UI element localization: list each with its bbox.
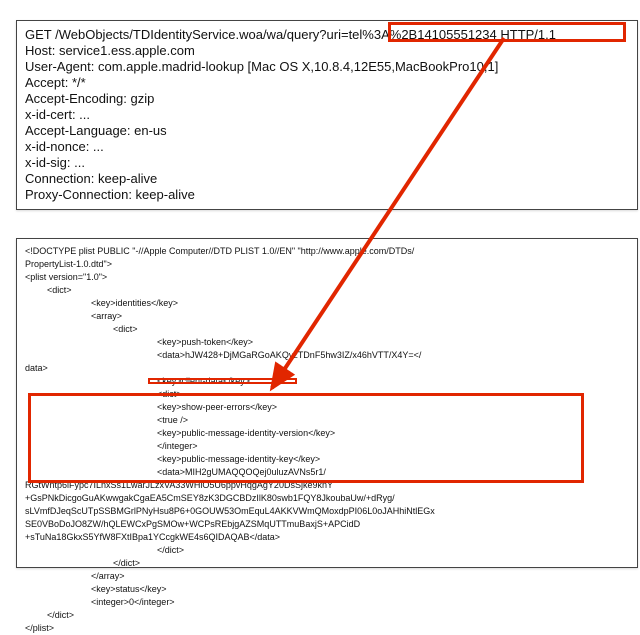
- pl-int-status: <integer>0</integer>: [25, 596, 629, 609]
- pl-dict2-open: <dict>: [25, 323, 629, 336]
- pl-plist-close: </plist>: [25, 622, 629, 635]
- pl-doctype2: PropertyList-1.0.dtd">: [25, 258, 629, 271]
- plist-response-box: <!DOCTYPE plist PUBLIC "-//Apple Compute…: [16, 238, 638, 568]
- pl-key-client: <key>client-data</key>: [25, 375, 629, 388]
- pl-data-push: <data>hJW428+DjMGaRGoAKQvzTDnF5hw3IZ/x46…: [25, 349, 629, 362]
- pl-key-pmik: <key>public-message-identity-key</key>: [25, 453, 629, 466]
- pl-dict-close: </dict>: [25, 609, 629, 622]
- hdr-lang: Accept-Language: en-us: [25, 123, 629, 139]
- pl-dict3-open: <dict>: [25, 388, 629, 401]
- pl-key-identities: <key>identities</key>: [25, 297, 629, 310]
- pl-data-pub2: RGtWntp6iFypc7ILnxSs1LwarJLzxVA33WHiO5U6…: [25, 479, 629, 492]
- hdr-host: Host: service1.ess.apple.com: [25, 43, 629, 59]
- pl-key-push: <key>push-token</key>: [25, 336, 629, 349]
- hdr-enc: Accept-Encoding: gzip: [25, 91, 629, 107]
- pl-array-close: </array>: [25, 570, 629, 583]
- pl-data-pub1: <data>MIH2gUMAQQOQej0uluzAVNs5r1/: [25, 466, 629, 479]
- hdr-ua: User-Agent: com.apple.madrid-lookup [Mac…: [25, 59, 629, 75]
- http-request-box: GET /WebObjects/TDIdentityService.woa/wa…: [16, 20, 638, 210]
- pl-wbr1: </integer>: [25, 440, 629, 453]
- pl-key-status: <key>status</key>: [25, 583, 629, 596]
- hdr-proxy: Proxy-Connection: keep-alive: [25, 187, 629, 203]
- hdr-cert: x-id-cert: ...: [25, 107, 629, 123]
- pl-data-pub4: sLVmfDJeqScUTpSSBMGrlPNyHsu8P6+0GOUW53Om…: [25, 505, 629, 518]
- pl-data-push2: data>: [25, 362, 629, 375]
- hdr-accept: Accept: */*: [25, 75, 629, 91]
- pl-data-pub5: SE0VBoDoJO8ZW/hQLEWCxPgSMOw+WCPsREbjgAZS…: [25, 518, 629, 531]
- hdr-sig: x-id-sig: ...: [25, 155, 629, 171]
- pl-dict3-close: </dict>: [25, 544, 629, 557]
- pl-dict-open: <dict>: [25, 284, 629, 297]
- req-line: GET /WebObjects/TDIdentityService.woa/wa…: [25, 27, 629, 43]
- pl-dict2-close: </dict>: [25, 557, 629, 570]
- hdr-nonce: x-id-nonce: ...: [25, 139, 629, 155]
- pl-plist-open: <plist version="1.0">: [25, 271, 629, 284]
- pl-key-show: <key>show-peer-errors</key>: [25, 401, 629, 414]
- pl-true: <true />: [25, 414, 629, 427]
- pl-doctype: <!DOCTYPE plist PUBLIC "-//Apple Compute…: [25, 245, 629, 258]
- pl-key-pmiv: <key>public-message-identity-version</ke…: [25, 427, 629, 440]
- pl-data-pub3: +GsPNkDicgoGuAKwwgakCgaEA5CmSEY8zK3DGCBD…: [25, 492, 629, 505]
- pl-array-open: <array>: [25, 310, 629, 323]
- pl-data-pub6: +sTuNa18GkxS5YfW8FXtIBpa1YCcgkWE4s6QIDAQ…: [25, 531, 629, 544]
- hdr-conn: Connection: keep-alive: [25, 171, 629, 187]
